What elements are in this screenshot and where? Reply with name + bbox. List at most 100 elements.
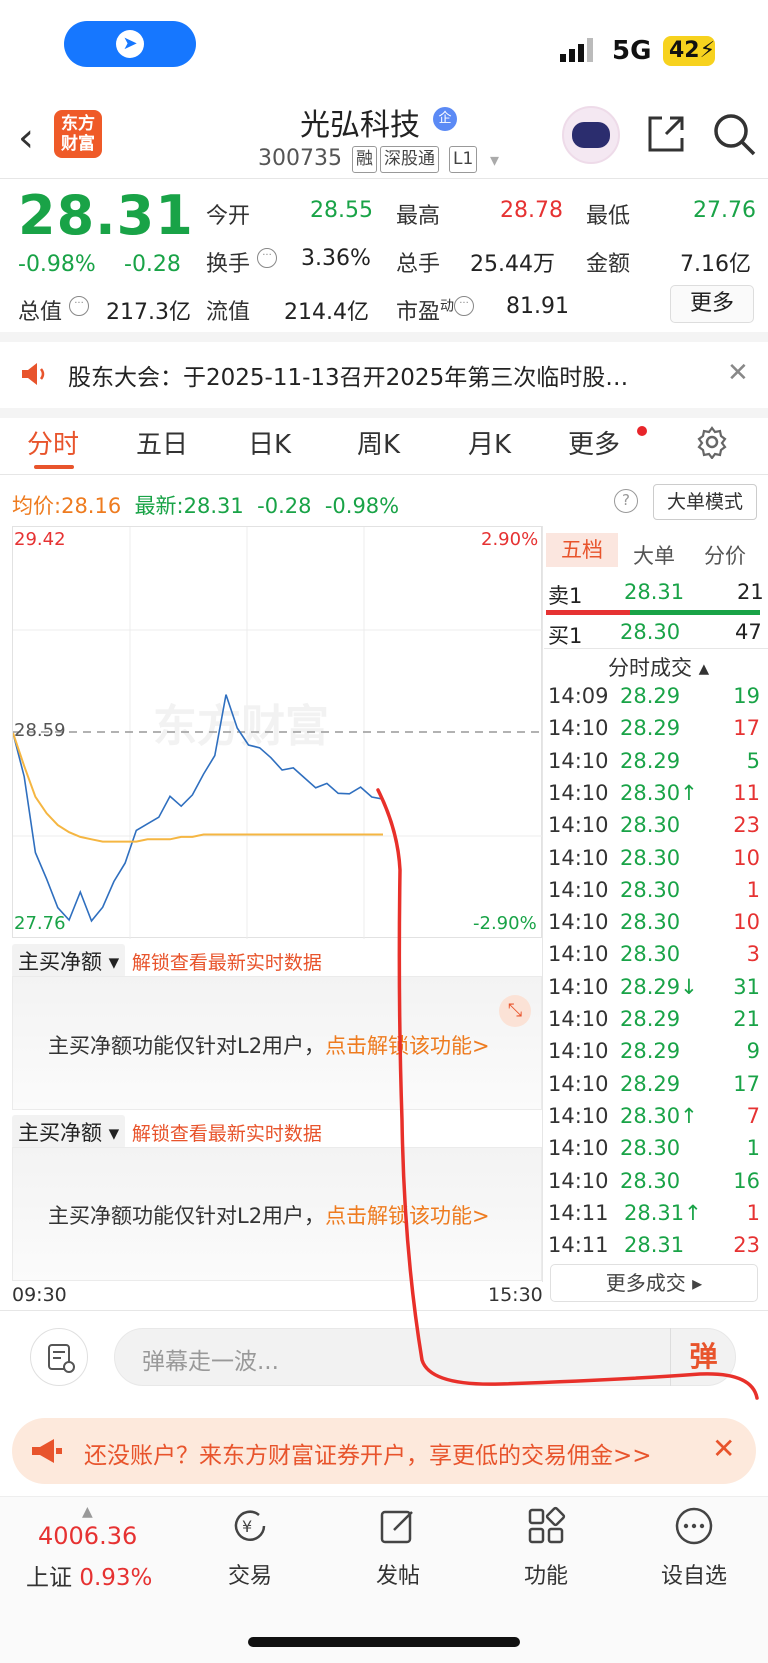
trade-volume: 23 [733,813,760,838]
close-icon[interactable]: ✕ [712,1432,735,1465]
avg-price-bar: 均价:28.16 最新:28.31 -0.28 -0.98% [12,494,400,518]
volume-label: 总手 [396,252,441,277]
note-icon[interactable] [30,1328,88,1386]
trade-row: 14:10 28.30 1 [548,878,760,910]
expand-icon[interactable]: ⤡ [499,995,531,1027]
tab-monthly-k[interactable]: 月K [468,424,511,461]
more-dots-icon[interactable] [674,1506,714,1546]
unlock-feature-link[interactable]: 点击解锁该功能> [325,1204,490,1228]
unlock-feature-link[interactable]: 点击解锁该功能> [325,1034,490,1058]
back-icon[interactable]: ‹ [18,118,34,158]
gear-icon[interactable] [695,425,729,459]
nav-trade[interactable]: 交易 [200,1558,300,1590]
main-buy-header: 主买净额 ▾ 解锁查看最新实时数据 [12,1115,322,1149]
tab-daily-k[interactable]: 日K [248,424,291,461]
index-value[interactable]: 4006.36 [38,1522,137,1550]
trade-price: 28.30↑ [620,780,698,805]
trade-time: 14:10 [548,1168,609,1193]
nav-add-watchlist[interactable]: 设自选 [644,1558,744,1590]
grid-icon[interactable] [526,1506,566,1546]
tab-indicator [34,465,74,469]
tab-price-dist[interactable]: 分价 [704,540,746,570]
trade-price: 28.30 [620,813,681,838]
index-summary[interactable]: 上证 0.93% [26,1558,152,1592]
tab-five-levels[interactable]: 五档 [546,533,618,567]
network-type: 5G [612,36,652,66]
trade-volume: 1 [746,877,760,902]
trade-row: 14:10 28.29 21 [548,1007,760,1039]
unlock-link[interactable]: 解锁查看最新实时数据 [132,952,322,974]
more-trades-button[interactable]: 更多成交 ▸ [550,1264,758,1302]
trade-volume: 3 [746,942,760,967]
trade-price: 28.29 [620,1071,681,1096]
svg-text:¥: ¥ [242,1517,252,1536]
main-buy-selector[interactable]: 主买净额 ▾ [12,944,126,978]
trade-volume: 1 [746,1200,760,1225]
home-indicator[interactable] [248,1637,520,1647]
chevron-up-icon[interactable]: ▲ [82,1504,93,1520]
ask-bid-ratio-bar [546,610,630,615]
trade-volume: 9 [746,1039,760,1064]
trade-price: 28.29 [620,1039,681,1064]
compose-icon[interactable] [378,1506,418,1546]
trade-row: 14:09 28.29 19 [548,684,760,716]
trade-time: 14:10 [548,748,609,773]
danmu-send-button[interactable]: 弹 [670,1328,736,1386]
trade-time: 14:10 [548,877,609,902]
intraday-chart[interactable]: 东方财富 29.42 28.59 27.76 2.90% -2.90% [12,526,543,939]
trade-price: 28.29 [620,716,681,741]
tab-five-day[interactable]: 五日 [136,424,188,461]
tab-weekly-k[interactable]: 周K [357,424,400,461]
notification-dot [637,426,647,436]
unlock-link[interactable]: 解锁查看最新实时数据 [132,1123,322,1145]
bid1-label: 买1 [548,624,583,648]
trade-price: 28.29 [620,684,681,708]
navigation-icon: ➤ [116,30,144,58]
nav-functions[interactable]: 功能 [496,1558,596,1590]
tab-intraday[interactable]: 分时 [27,424,79,461]
tab-more[interactable]: 更多 [568,424,620,461]
signal-icon [560,38,593,62]
trade-time: 14:10 [548,942,609,967]
trade-time: 14:10 [548,1071,609,1096]
trade-price: 28.31 [624,1233,685,1258]
tab-big-orders[interactable]: 大单 [633,540,675,570]
close-icon[interactable]: ✕ [727,358,749,388]
y-axis-top: 29.42 [14,529,66,550]
more-button[interactable]: 更多 [670,285,754,323]
divider [542,526,543,1282]
trade-time: 14:11 [548,1200,609,1225]
last-price: 28.31 [18,184,194,247]
trade-time: 14:10 [548,780,609,805]
search-icon[interactable] [712,112,756,156]
trade-icon[interactable]: ¥ [230,1506,270,1546]
mktcap-label: 总值 ··· [18,294,90,326]
big-order-mode-button[interactable]: 大单模式 [653,484,757,520]
info-icon[interactable]: ··· [454,296,475,316]
pe-label: 市盈动 ··· [396,294,475,326]
battery-icon: 42⚡ [663,36,715,66]
promo-text[interactable]: 还没账户？来东方财富证券开户，享更低的交易佣金>> [84,1436,652,1470]
stock-name: 光弘科技 [300,108,420,143]
pct-axis-bottom: -2.90% [473,913,537,934]
nav-post[interactable]: 发帖 [348,1558,448,1590]
amount-label: 金额 [586,252,631,277]
main-buy-selector[interactable]: 主买净额 ▾ [12,1115,126,1149]
help-icon[interactable]: ? [614,489,638,513]
trade-row: 14:10 28.30 16 [548,1169,760,1201]
share-icon[interactable] [646,114,686,154]
change-pct: -0.98% [18,252,96,277]
info-icon[interactable]: ··· [257,248,278,268]
notice-text[interactable]: 股东大会：于2025-11-13召开2025年第三次临时股… [68,358,628,392]
mktcap-value: 217.3亿 [106,300,191,325]
trades-title[interactable]: 分时成交 ▴ [608,652,709,682]
trade-time: 14:10 [548,974,609,999]
main-buy-message: 主买净额功能仅针对L2用户，点击解锁该功能> [48,1034,490,1058]
trade-row: 14:11 28.31↑ 1 [548,1201,760,1233]
trade-time: 14:10 [548,910,609,935]
high-label: 最高 [396,204,441,229]
chevron-down-icon[interactable]: ▾ [490,150,499,171]
chart-watermark: 东方财富 [153,701,329,752]
info-icon[interactable]: ··· [69,296,90,316]
trade-row: 14:10 28.30 23 [548,813,760,845]
